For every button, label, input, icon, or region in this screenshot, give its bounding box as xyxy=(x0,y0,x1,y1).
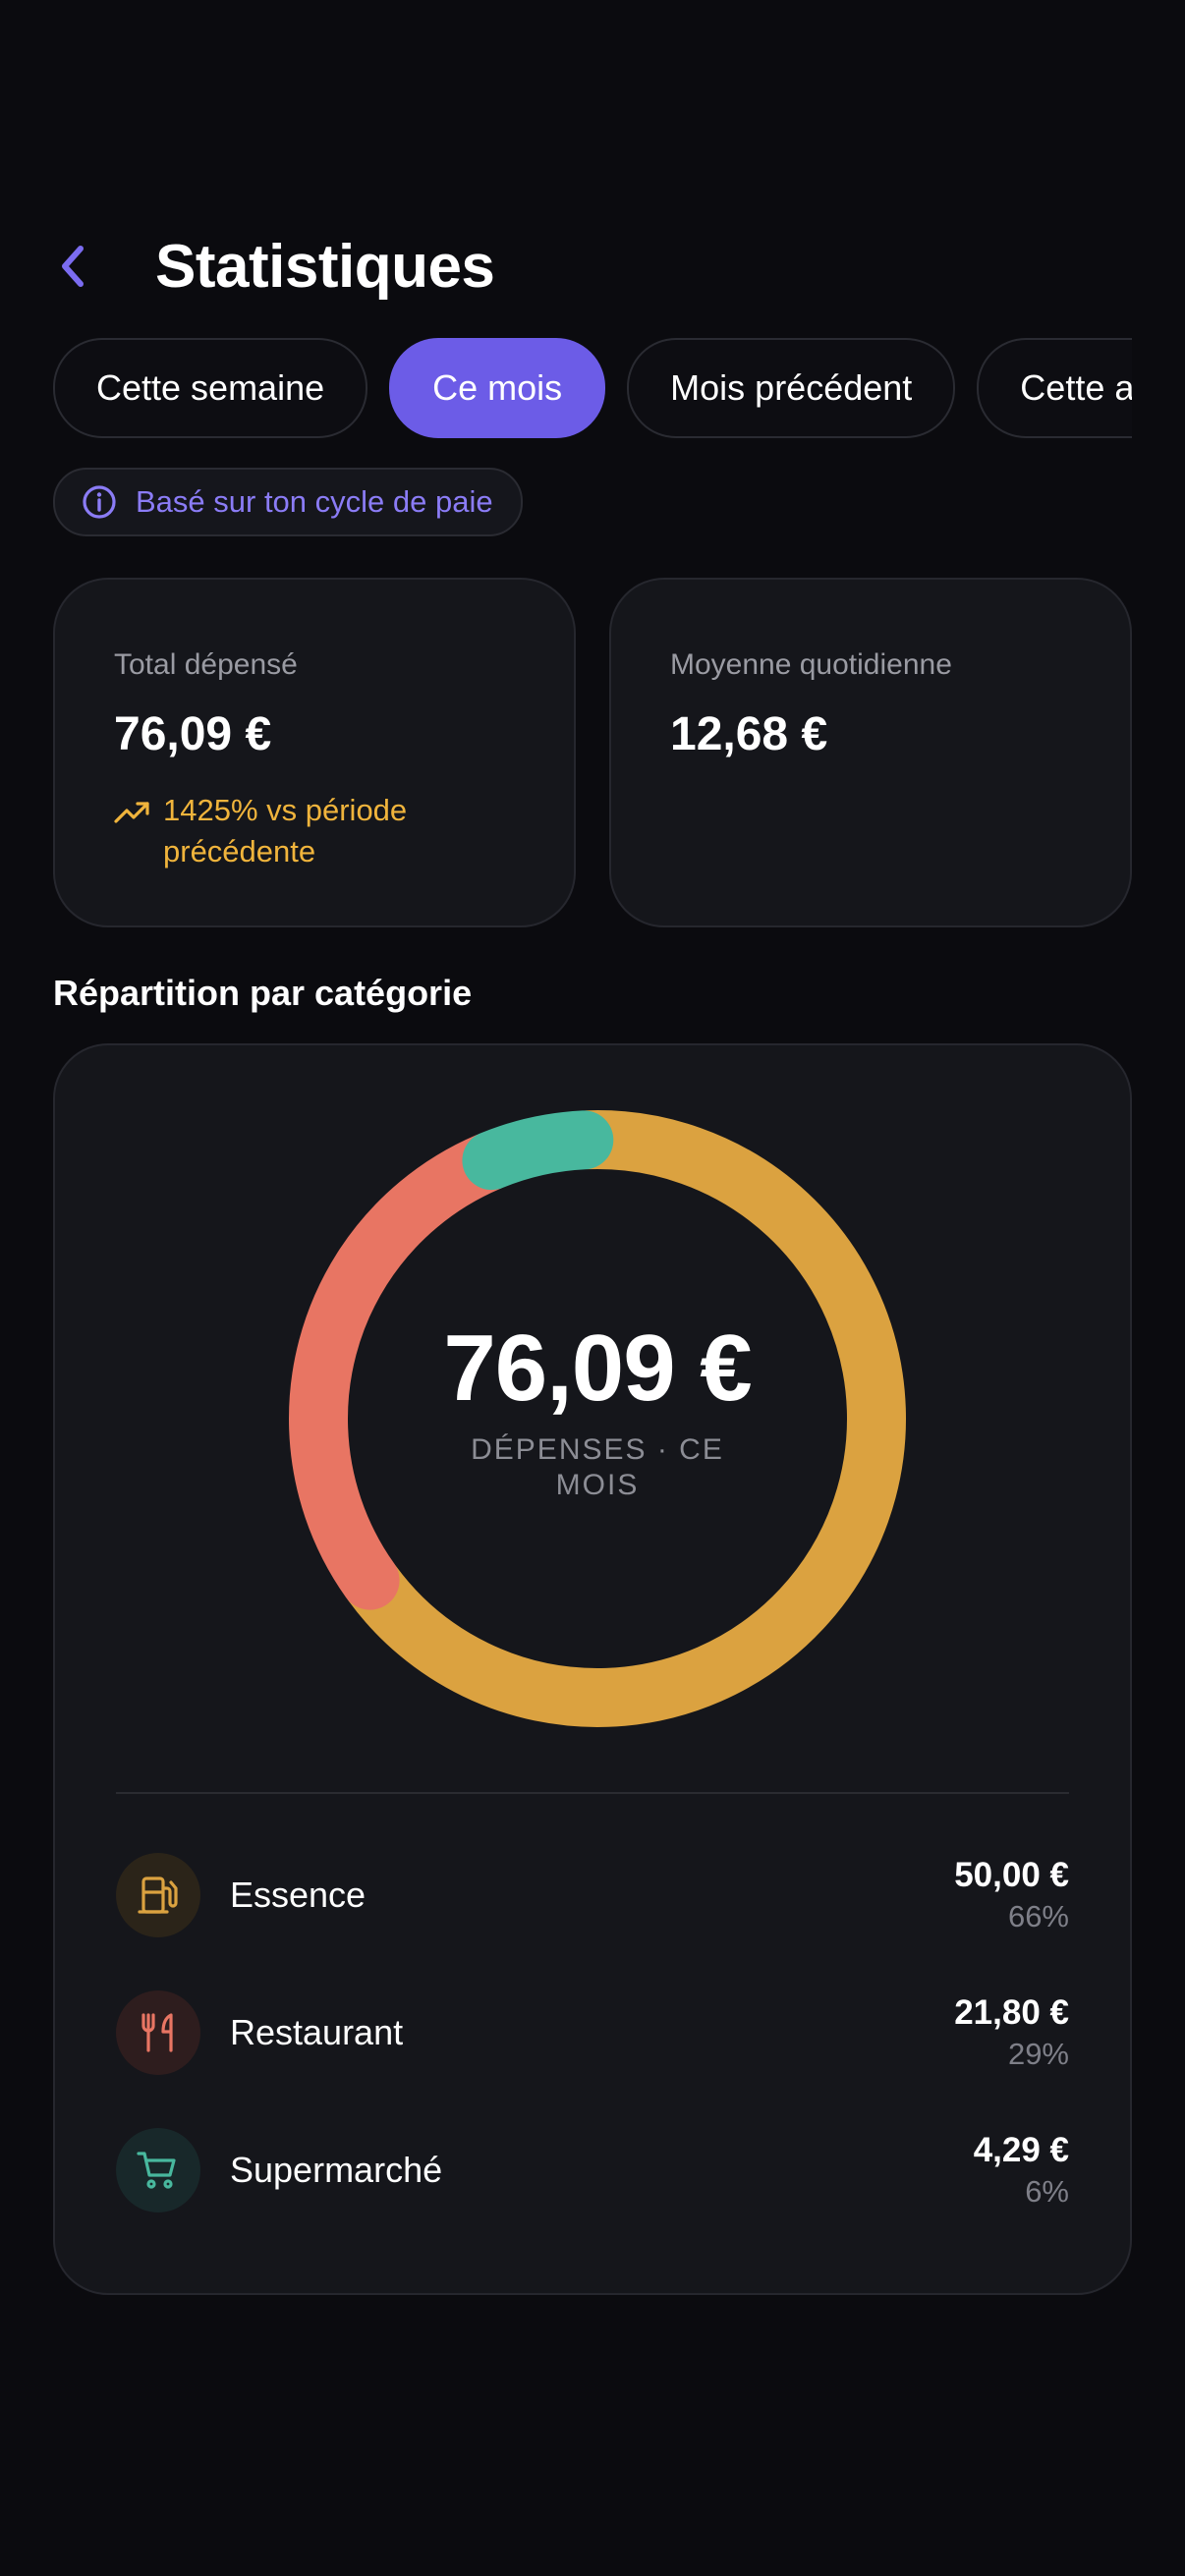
tab-previous-month[interactable]: Mois précédent xyxy=(627,338,956,438)
header: Statistiques xyxy=(53,224,495,308)
category-item-restaurant[interactable]: Restaurant 21,80 € 29% xyxy=(116,1988,1069,2077)
chevron-left-icon xyxy=(62,246,84,287)
category-icon-bg xyxy=(116,1990,200,2075)
fork-knife-icon xyxy=(141,2013,173,2052)
donut-chart: 76,09 € DÉPENSES · CE MOIS xyxy=(283,1104,912,1733)
spending-change: 1425% vs période précédente xyxy=(114,790,527,872)
breakdown-title: Répartition par catégorie xyxy=(53,973,473,1013)
category-icon-bg xyxy=(116,2128,200,2212)
shopping-cart-icon xyxy=(137,2152,176,2189)
category-name: Essence xyxy=(230,1875,367,1915)
category-amount: 4,29 € xyxy=(973,2131,1069,2169)
donut-center: 76,09 € DÉPENSES · CE MOIS xyxy=(283,1104,912,1733)
category-percent: 29% xyxy=(1007,2037,1069,2071)
trending-up-icon xyxy=(114,802,149,823)
tab-this-week[interactable]: Cette semaine xyxy=(53,338,368,438)
total-spent-card: Total dépensé 76,09 € 1425% vs période p… xyxy=(53,578,576,927)
daily-average-label: Moyenne quotidienne xyxy=(670,648,952,681)
category-amount: 21,80 € xyxy=(954,1993,1069,2032)
spending-change-text: 1425% vs période précédente xyxy=(163,793,408,868)
category-values: 21,80 € 29% xyxy=(954,1991,1069,2074)
category-name: Restaurant xyxy=(230,2012,404,2052)
category-values: 50,00 € 66% xyxy=(954,1854,1069,1936)
category-percent: 6% xyxy=(1025,2174,1069,2209)
category-item-essence[interactable]: Essence 50,00 € 66% xyxy=(116,1851,1069,1939)
info-text: Basé sur ton cycle de paie xyxy=(136,484,493,519)
category-item-supermarche[interactable]: Supermarché 4,29 € 6% xyxy=(116,2126,1069,2214)
category-amount: 50,00 € xyxy=(954,1856,1069,1894)
total-spent-value: 76,09 € xyxy=(114,708,272,760)
fuel-pump-icon xyxy=(138,1876,178,1914)
daily-average-value: 12,68 € xyxy=(670,708,828,760)
total-spent-label: Total dépensé xyxy=(114,648,298,681)
category-values: 4,29 € 6% xyxy=(974,2129,1069,2212)
tab-this-year[interactable]: Cette année xyxy=(977,338,1132,438)
period-tabs: Cette semaine Ce mois Mois précédent Cet… xyxy=(53,338,1132,438)
pay-cycle-info: Basé sur ton cycle de paie xyxy=(53,468,523,536)
donut-total: 76,09 € xyxy=(443,1316,752,1421)
tab-this-month[interactable]: Ce mois xyxy=(389,338,606,438)
back-button[interactable] xyxy=(53,224,122,308)
divider xyxy=(116,1792,1069,1794)
category-percent: 66% xyxy=(1007,1899,1069,1933)
page-title: Statistiques xyxy=(155,232,495,301)
info-icon xyxy=(83,485,116,519)
category-name: Supermarché xyxy=(230,2150,443,2190)
category-icon-bg xyxy=(116,1853,200,1937)
category-breakdown-card: 76,09 € DÉPENSES · CE MOIS Essence 50,00… xyxy=(53,1043,1132,2295)
donut-subtitle: DÉPENSES · CE MOIS xyxy=(471,1433,724,1501)
daily-average-card: Moyenne quotidienne 12,68 € xyxy=(609,578,1132,927)
